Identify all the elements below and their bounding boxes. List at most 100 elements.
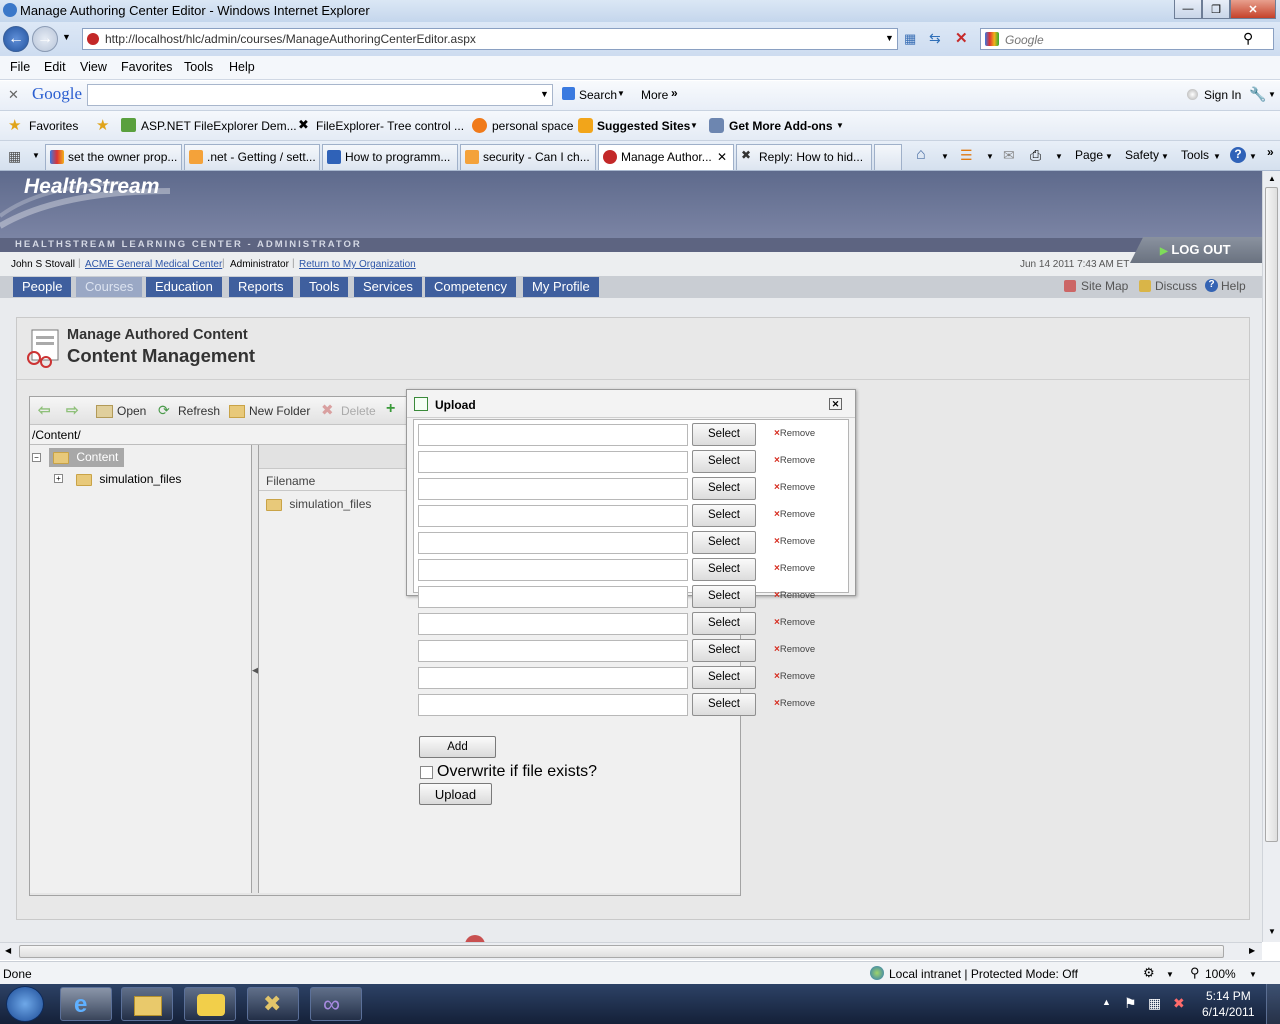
fav-fileexplorer-tree[interactable]: FileExplorer- Tree control ...: [316, 119, 464, 133]
vertical-scroll-thumb[interactable]: [1265, 187, 1278, 842]
google-search-button[interactable]: Search: [579, 88, 617, 102]
remove-row-button[interactable]: ×Remove: [774, 590, 815, 601]
protected-mode-icon[interactable]: ⚙: [1143, 965, 1155, 981]
scroll-right-icon[interactable]: ▶: [1249, 946, 1255, 955]
file-row[interactable]: simulation_files: [266, 497, 371, 511]
wrench-dropdown-icon[interactable]: ▼: [1268, 90, 1276, 99]
return-org-link[interactable]: Return to My Organization: [299, 259, 416, 270]
menu-file[interactable]: File: [10, 60, 30, 74]
search-field[interactable]: Google ⚲: [980, 28, 1274, 50]
discuss-link[interactable]: Discuss: [1155, 279, 1197, 293]
print-icon[interactable]: ⎙: [1030, 147, 1041, 164]
open-button[interactable]: Open: [117, 404, 146, 418]
close-toolbar-icon[interactable]: ✕: [8, 87, 19, 103]
help-link[interactable]: Help: [1221, 279, 1246, 293]
taskbar-ie[interactable]: e: [60, 987, 112, 1021]
fav-personal-space[interactable]: personal space: [492, 119, 573, 133]
chevron-down-icon[interactable]: ▼: [986, 152, 994, 161]
file-path-input[interactable]: [418, 424, 688, 446]
volume-muted-icon[interactable]: ✖: [1173, 995, 1185, 1012]
chevron-down-icon[interactable]: ▼: [836, 121, 844, 130]
scroll-left-icon[interactable]: ◀: [5, 946, 11, 955]
maximize-button[interactable]: ❐: [1202, 0, 1230, 19]
action-center-icon[interactable]: ⚑: [1124, 995, 1137, 1012]
clock-date[interactable]: 6/14/2011: [1202, 1005, 1255, 1019]
wrench-icon[interactable]: 🔧: [1249, 86, 1266, 103]
nav-education[interactable]: Education: [146, 277, 222, 297]
file-path-input[interactable]: [418, 532, 688, 554]
recent-pages-icon[interactable]: ▼: [62, 32, 71, 42]
nav-competency[interactable]: Competency: [425, 277, 516, 297]
chevron-down-icon[interactable]: ▼: [617, 89, 625, 98]
compat-view-icon[interactable]: ▦: [904, 31, 916, 47]
select-file-button[interactable]: Select: [692, 612, 756, 635]
forward-button[interactable]: →: [32, 26, 58, 52]
remove-row-button[interactable]: ×Remove: [774, 509, 815, 520]
horizontal-scrollbar[interactable]: ◀ ▶: [0, 942, 1262, 960]
new-tab-button[interactable]: [874, 144, 902, 170]
mail-icon[interactable]: ✉: [1003, 147, 1015, 164]
tab-6[interactable]: ✖ Reply: How to hid...: [736, 144, 872, 170]
chevron-down-icon[interactable]: ▼: [1249, 152, 1257, 161]
taskbar-outlook[interactable]: [184, 987, 236, 1021]
chevron-down-icon[interactable]: ▼: [1213, 152, 1221, 161]
suggested-sites-button[interactable]: Suggested Sites: [597, 119, 690, 133]
zone-text[interactable]: Local intranet | Protected Mode: Off: [889, 967, 1078, 981]
taskbar-explorer[interactable]: [121, 987, 173, 1021]
remove-row-button[interactable]: ×Remove: [774, 455, 815, 466]
remove-row-button[interactable]: ×Remove: [774, 563, 815, 574]
org-link[interactable]: ACME General Medical Center: [85, 259, 222, 270]
select-file-button[interactable]: Select: [692, 639, 756, 662]
home-icon[interactable]: ⌂: [916, 146, 926, 164]
collapse-icon[interactable]: −: [32, 453, 41, 462]
new-folder-button[interactable]: New Folder: [249, 404, 310, 418]
chevron-down-icon[interactable]: ▼: [1105, 152, 1113, 161]
tab-2[interactable]: .net - Getting / sett...: [184, 144, 320, 170]
file-path-input[interactable]: [418, 613, 688, 635]
nav-tools[interactable]: Tools: [300, 277, 349, 297]
tab-1[interactable]: set the owner prop...: [45, 144, 182, 170]
close-dialog-icon[interactable]: ✕: [829, 398, 842, 410]
double-chevron-icon[interactable]: »: [1267, 145, 1274, 159]
taskbar-tools[interactable]: ✖: [247, 987, 299, 1021]
horizontal-scroll-thumb[interactable]: [19, 945, 1224, 958]
favorites-button[interactable]: Favorites: [29, 119, 78, 133]
remove-row-button[interactable]: ×Remove: [774, 482, 815, 493]
safety-menu[interactable]: Safety: [1125, 148, 1159, 162]
tree-node-simulation[interactable]: simulation_files: [72, 470, 185, 489]
back-button[interactable]: ←: [3, 26, 29, 52]
tray-expand-icon[interactable]: ▲: [1102, 997, 1111, 1007]
remove-row-button[interactable]: ×Remove: [774, 671, 815, 682]
tab-3[interactable]: How to programm...: [322, 144, 458, 170]
get-more-addons-button[interactable]: Get More Add-ons: [729, 119, 833, 133]
menu-tools[interactable]: Tools: [184, 60, 213, 74]
remove-row-button[interactable]: ×Remove: [774, 617, 815, 628]
address-dropdown-icon[interactable]: ▼: [885, 33, 894, 43]
fav-aspnet-fileexplorer[interactable]: ASP.NET FileExplorer Dem...: [141, 119, 297, 133]
close-window-button[interactable]: ✕: [1230, 0, 1276, 19]
file-path-input[interactable]: [418, 586, 688, 608]
nav-people[interactable]: People: [13, 277, 72, 297]
refresh-button[interactable]: Refresh: [178, 404, 220, 418]
add-row-button[interactable]: Add: [419, 736, 496, 758]
file-path-input[interactable]: [418, 451, 688, 473]
nav-reports[interactable]: Reports: [229, 277, 293, 297]
tree-node-content[interactable]: Content: [49, 448, 124, 467]
address-field[interactable]: http://localhost/hlc/admin/courses/Manag…: [82, 28, 898, 50]
menu-favorites[interactable]: Favorites: [121, 60, 172, 74]
menu-view[interactable]: View: [80, 60, 107, 74]
back-arrow-icon[interactable]: ⇦: [38, 401, 51, 419]
select-file-button[interactable]: Select: [692, 666, 756, 689]
google-more-button[interactable]: More: [641, 88, 668, 102]
remove-row-button[interactable]: ×Remove: [774, 644, 815, 655]
file-path-input[interactable]: [418, 478, 688, 500]
upload-button[interactable]: Upload: [419, 783, 492, 805]
expand-icon[interactable]: +: [54, 474, 63, 483]
sitemap-link[interactable]: Site Map: [1081, 279, 1128, 293]
show-desktop-button[interactable]: [1266, 984, 1280, 1024]
google-dropdown-icon[interactable]: ▼: [540, 89, 549, 99]
menu-help[interactable]: Help: [229, 60, 255, 74]
chevron-down-icon[interactable]: ▼: [1166, 970, 1174, 979]
scroll-down-icon[interactable]: ▼: [1268, 927, 1276, 936]
network-icon[interactable]: ▦: [1148, 995, 1161, 1012]
